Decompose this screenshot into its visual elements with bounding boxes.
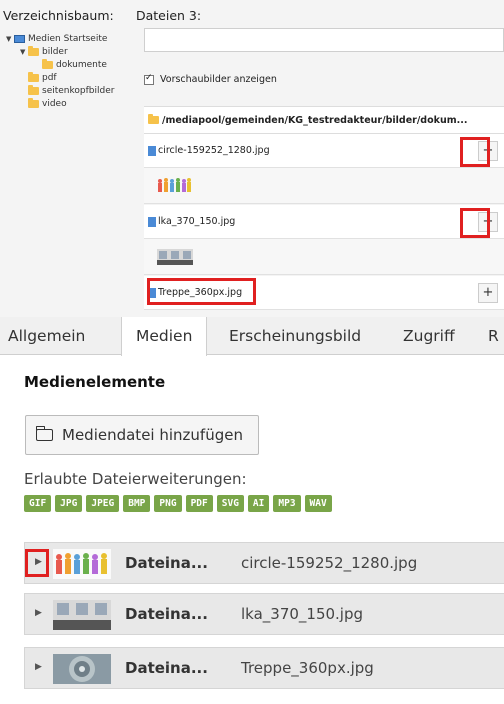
files-title: Dateien 3: [136, 8, 202, 23]
extension-badge: MP3 [273, 495, 301, 512]
files-panel: Dateien 3: Vorschaubilder anzeigen /medi… [136, 0, 504, 317]
media-item-filename: lka_370_150.jpg [241, 605, 364, 623]
thumbnail-row [144, 168, 504, 204]
path-text: /mediapool/gemeinden/KG_testredakteur/bi… [162, 114, 468, 126]
extension-badge: BMP [123, 495, 151, 512]
extension-badge: JPG [55, 495, 83, 512]
tree-item-label: bilder [42, 46, 68, 57]
tree-title: Verzeichnisbaum: [3, 8, 114, 23]
expand-right-icon[interactable]: ▶ [35, 608, 42, 618]
tab-r[interactable]: R [488, 317, 499, 355]
file-browser: Verzeichnisbaum: ▼ Medien Startseite ▼ b… [0, 0, 504, 317]
section-title: Medienelemente [24, 373, 166, 391]
folder-icon [28, 71, 39, 82]
highlight-box [147, 278, 256, 305]
media-item-label: Dateina... [125, 659, 208, 677]
tab-allgemein[interactable]: Allgemein [8, 317, 85, 355]
tree-item-video[interactable]: video [28, 97, 67, 110]
folder-icon [148, 114, 159, 124]
show-previews-checkbox[interactable] [144, 73, 154, 85]
file-name: circle-159252_1280.jpg [158, 145, 270, 156]
tree-item-pdf[interactable]: pdf [28, 71, 57, 84]
stairs-thumbnail [53, 654, 111, 684]
media-item[interactable]: ▶ Dateina... lka_370_150.jpg [24, 593, 504, 635]
add-media-file-button[interactable]: Mediendatei hinzufügen [25, 415, 259, 455]
folder-icon [42, 58, 53, 69]
show-previews-option[interactable]: Vorschaubilder anzeigen [144, 73, 277, 85]
media-item-filename: circle-159252_1280.jpg [241, 554, 418, 572]
add-file-button[interactable]: + [478, 283, 498, 303]
tab-bar: Allgemein Medien Erscheinungsbild Zugrif… [0, 317, 504, 356]
extension-badge: PDF [185, 495, 213, 512]
media-item-filename: Treppe_360px.jpg [241, 659, 374, 677]
file-name-wrap: circle-159252_1280.jpg [148, 145, 270, 156]
extension-badge: AI [247, 495, 270, 512]
folder-icon [28, 97, 39, 108]
directory-tree-panel: Verzeichnisbaum: ▼ Medien Startseite ▼ b… [0, 0, 136, 317]
tab-erscheinungsbild[interactable]: Erscheinungsbild [229, 317, 361, 355]
allowed-extensions-label: Erlaubte Dateierweiterungen: [24, 470, 247, 488]
folder-icon [35, 426, 53, 441]
tree-item-seitenkopfbilder[interactable]: seitenkopfbilder [28, 84, 114, 97]
tree-item-label: Medien Startseite [28, 33, 108, 44]
thumbnail-row [144, 239, 504, 275]
extension-badge: WAV [304, 495, 332, 512]
current-path: /mediapool/gemeinden/KG_testredakteur/bi… [144, 106, 504, 134]
media-item-label: Dateina... [125, 605, 208, 623]
show-previews-label: Vorschaubilder anzeigen [160, 74, 277, 85]
circle-thumbnail [158, 178, 191, 192]
media-item-label: Dateina... [125, 554, 208, 572]
tree-item-dokumente[interactable]: dokumente [42, 58, 107, 71]
expand-down-icon[interactable]: ▼ [20, 48, 28, 56]
extension-badge: JPEG [86, 495, 120, 512]
extension-badge: PNG [154, 495, 182, 512]
media-item[interactable]: ▶ Dateina... circle-159252_1280.jpg [24, 542, 504, 584]
highlight-box [25, 549, 49, 577]
room-thumbnail [53, 600, 111, 630]
expand-right-icon[interactable]: ▶ [35, 662, 42, 672]
add-media-file-label: Mediendatei hinzufügen [62, 426, 243, 444]
file-name: lka_370_150.jpg [158, 216, 236, 227]
highlight-box [460, 208, 490, 238]
tree-item-label: video [42, 98, 67, 109]
file-row[interactable]: circle-159252_1280.jpg + [144, 134, 504, 168]
tree-item-label: pdf [42, 72, 57, 83]
image-file-icon [148, 216, 156, 227]
extension-badge: SVG [216, 495, 244, 512]
tree-item-root[interactable]: ▼ Medien Startseite [6, 32, 107, 45]
tab-medien[interactable]: Medien [121, 317, 208, 356]
expand-down-icon[interactable]: ▼ [6, 35, 14, 43]
extension-badges: GIF JPG JPEG BMP PNG PDF SVG AI MP3 WAV [24, 495, 336, 512]
tab-zugriff[interactable]: Zugriff [403, 317, 455, 355]
monitor-icon [14, 34, 25, 43]
tree-item-label: seitenkopfbilder [42, 85, 115, 96]
search-input[interactable] [144, 28, 504, 52]
tree-item-label: dokumente [56, 59, 107, 70]
room-thumbnail [157, 249, 193, 265]
file-row[interactable]: lka_370_150.jpg + [144, 205, 504, 239]
highlight-box [460, 137, 490, 167]
image-file-icon [148, 145, 156, 156]
media-item[interactable]: ▶ Dateina... Treppe_360px.jpg [24, 647, 504, 689]
folder-icon [28, 84, 39, 95]
circle-thumbnail [53, 549, 111, 579]
file-name-wrap: lka_370_150.jpg [148, 216, 235, 227]
extension-badge: GIF [24, 495, 52, 512]
tree-item-bilder[interactable]: ▼ bilder [20, 45, 68, 58]
folder-icon [28, 45, 39, 56]
